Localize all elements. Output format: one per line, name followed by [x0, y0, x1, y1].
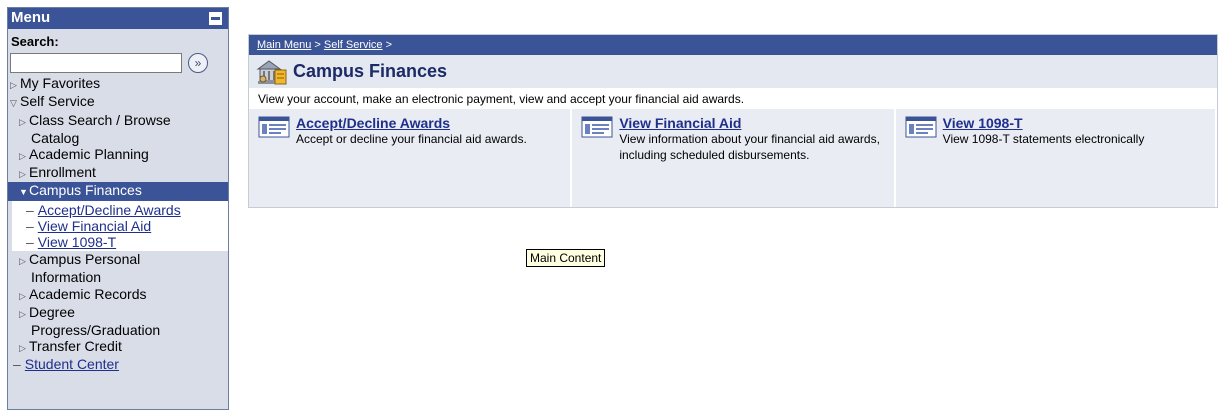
triangle-down-icon: ▽ [10, 98, 17, 109]
card-description: Accept or decline your financial aid awa… [296, 132, 527, 146]
submenu-link-accept-decline[interactable]: Accept/Decline Awards [38, 202, 181, 218]
triangle-right-icon: ▷ [10, 80, 17, 91]
navigation-menu: Menu Search: » ▷ My Favorites ▽ Self Servi… [7, 7, 229, 410]
page-description: View your account, make an electronic pa… [258, 92, 745, 106]
menu-item-label-cont: Information [31, 269, 102, 286]
menu-item-label: Campus Personal [29, 251, 141, 268]
menu-item-label: Degree [29, 303, 75, 320]
triangle-right-icon: ▷ [19, 116, 26, 127]
search-row: » [8, 53, 228, 75]
breadcrumb: Main Menu > Self Service > [249, 35, 1217, 55]
collapse-menu-button[interactable] [209, 12, 222, 25]
triangle-right-icon: ▷ [19, 308, 26, 319]
page-header: Campus Finances [249, 55, 1217, 88]
submenu-item-accept-decline: – Accept/Decline Awards [26, 201, 181, 218]
menu-item-student-center: – Student Center [13, 356, 119, 373]
menu-item-label: Academic Planning [29, 146, 149, 163]
menu-item-academic-records[interactable]: ▷ Academic Records [8, 286, 228, 304]
campus-finances-icon [256, 59, 287, 84]
view-financial-aid-link[interactable]: View Financial Aid [619, 115, 889, 131]
card-view-financial-aid: View Financial Aid View information abou… [572, 109, 894, 207]
submenu-item-view-financial-aid: – View Financial Aid [26, 217, 152, 234]
breadcrumb-separator: > [385, 39, 392, 51]
double-chevron-right-icon: » [194, 56, 202, 71]
triangle-down-filled-icon: ▼ [19, 187, 28, 198]
breadcrumb-separator: > [314, 39, 321, 51]
menu-item-campus-personal[interactable]: ▷ Campus Personal Information [8, 251, 228, 285]
menu-item-label: Transfer Credit [29, 338, 122, 355]
submenu-link-view-financial-aid[interactable]: View Financial Aid [38, 218, 151, 234]
card-description: View 1098-T statements electronically [942, 132, 1145, 146]
menu-item-label-cont: Progress/Graduation [31, 322, 161, 339]
menu-header: Menu [8, 8, 228, 29]
card-row: Accept/Decline Awards Accept or decline … [249, 109, 1217, 207]
document-window-icon [258, 116, 290, 138]
triangle-right-icon: ▷ [19, 343, 26, 354]
menu-item-label: Self Service [20, 93, 95, 110]
search-go-button[interactable]: » [188, 53, 208, 74]
submenu-link-view-1098t[interactable]: View 1098-T [38, 234, 116, 250]
menu-item-label: Enrollment [29, 164, 96, 181]
view-1098t-link[interactable]: View 1098-T [943, 115, 1145, 131]
search-input[interactable] [10, 53, 182, 74]
triangle-right-icon: ▷ [19, 151, 26, 162]
page-title: Campus Finances [293, 61, 448, 81]
menu-item-academic-planning[interactable]: ▷ Academic Planning [8, 146, 228, 164]
menu-item-campus-finances[interactable]: ▼Campus Finances [8, 182, 228, 201]
triangle-right-icon: ▷ [19, 169, 26, 180]
menu-item-my-favorites[interactable]: ▷ My Favorites [8, 75, 228, 93]
card-accept-decline: Accept/Decline Awards Accept or decline … [249, 109, 571, 207]
card-description: View information about your financial ai… [619, 132, 880, 162]
card-view-1098t: View 1098-T View 1098-T statements elect… [895, 109, 1215, 207]
submenu-item-view-1098t: – View 1098-T [26, 234, 117, 251]
menu-item-transfer-credit[interactable]: ▷ Transfer Credit [8, 338, 228, 356]
main-content: Main Menu > Self Service > Campus Financ… [248, 34, 1218, 208]
menu-item-self-service[interactable]: ▽ Self Service [8, 93, 228, 111]
campus-finances-submenu: – Accept/Decline Awards – View Financial A… [12, 200, 228, 252]
menu-item-label-cont: Catalog [31, 129, 80, 146]
menu-title: Menu [11, 9, 51, 27]
search-label: Search: [11, 34, 59, 49]
menu-item-label: My Favorites [20, 75, 101, 92]
minus-icon [211, 17, 220, 20]
breadcrumb-self-service[interactable]: Self Service [324, 39, 383, 51]
accept-decline-awards-link[interactable]: Accept/Decline Awards [296, 115, 527, 131]
triangle-right-icon: ▷ [19, 290, 26, 301]
breadcrumb-main-menu[interactable]: Main Menu [257, 39, 311, 51]
menu-item-label: Class Search / Browse [29, 111, 171, 128]
document-window-icon [581, 116, 613, 138]
menu-item-label: Academic Records [29, 285, 147, 302]
document-window-icon [905, 116, 937, 138]
menu-item-degree-progress[interactable]: ▷ Degree Progress/Graduation [8, 304, 228, 338]
menu-item-label: Campus Finances [29, 182, 142, 199]
triangle-right-icon: ▷ [19, 256, 26, 267]
tooltip: Main Content [526, 249, 606, 267]
student-center-link[interactable]: Student Center [25, 356, 119, 372]
menu-item-class-search[interactable]: ▷ Class Search / Browse Catalog [8, 112, 228, 146]
menu-item-enrollment[interactable]: ▷ Enrollment [8, 164, 228, 182]
